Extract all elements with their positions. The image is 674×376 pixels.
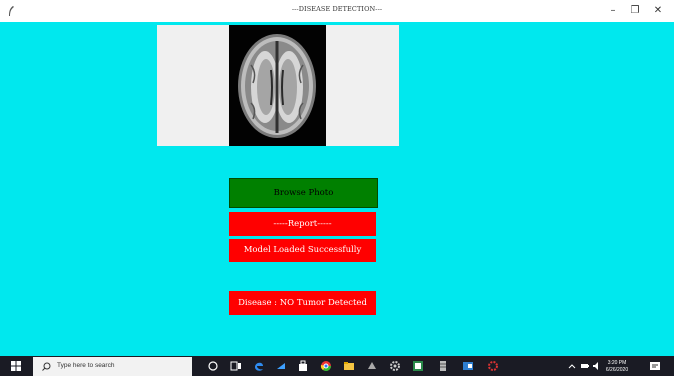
settings-icon[interactable] <box>389 360 401 372</box>
store-icon[interactable] <box>297 360 309 372</box>
start-icon[interactable] <box>11 361 21 371</box>
notification-icon[interactable] <box>649 360 661 372</box>
clock-time[interactable]: 3:20 PM <box>602 360 632 366</box>
cortana-icon[interactable] <box>207 360 219 372</box>
app-icon[interactable] <box>462 360 474 372</box>
title-bar: ---DISEASE DETECTION--- – ❐ ✕ <box>0 0 674 22</box>
edge-icon[interactable] <box>253 360 265 372</box>
search-placeholder: Type here to search <box>57 362 115 369</box>
chrome-icon[interactable] <box>320 360 332 372</box>
window-title: ---DISEASE DETECTION--- <box>291 5 383 13</box>
search-icon <box>42 362 51 371</box>
app-icon[interactable] <box>487 360 499 372</box>
restore-button[interactable]: ❐ <box>625 3 645 19</box>
browse-photo-button[interactable]: Browse Photo <box>229 178 378 208</box>
app-icon[interactable] <box>275 360 287 372</box>
close-button[interactable]: ✕ <box>648 3 668 19</box>
clock-date[interactable]: 6/26/2020 <box>601 367 633 373</box>
minimize-button[interactable]: – <box>603 3 623 19</box>
task-view-icon[interactable] <box>230 360 242 372</box>
disease-result-label: Disease : NO Tumor Detected <box>229 291 376 315</box>
file-explorer-icon[interactable] <box>343 360 355 372</box>
app-icon[interactable] <box>366 360 378 372</box>
battery-icon[interactable] <box>580 360 590 372</box>
report-label: -----Report----- <box>229 212 376 236</box>
app-icon[interactable] <box>437 360 449 372</box>
chevron-up-icon[interactable] <box>568 360 576 372</box>
model-status-label: Model Loaded Successfully <box>229 239 376 262</box>
app-icon[interactable] <box>412 360 424 372</box>
brain-scan-image <box>229 25 326 146</box>
